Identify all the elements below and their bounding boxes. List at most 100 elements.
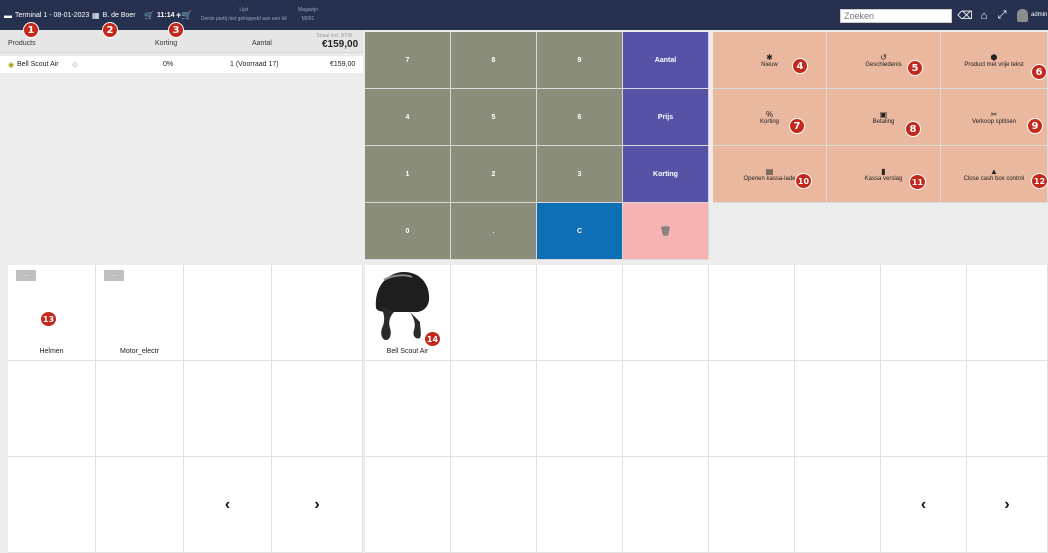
split-label: Verkoop splitsen [971,118,1017,125]
product-empty [537,361,623,457]
category-empty [184,265,272,361]
annotation-badge: 11 [909,174,926,190]
discount-label: Korting [759,118,779,125]
annotation-badge: 8 [905,121,921,137]
key-4[interactable]: 4 [365,89,451,146]
discount-mode-button[interactable]: Korting [623,146,709,203]
home-icon[interactable]: ⌂ [977,8,991,23]
info-icon[interactable]: ⊙ [72,61,78,69]
product-empty [967,265,1048,361]
backspace-icon[interactable]: ⌫ [957,8,973,23]
terminal-info[interactable]: ▬ Terminal 1 - 08-01-2023 [4,0,89,30]
free-text-product-button[interactable]: ⬢ Product met vrije tekst [941,32,1048,89]
warehouse-info: Magazijn M001 [298,0,318,30]
list-label: Lijst [239,7,249,13]
annotation-badge: 13 [40,311,57,327]
line-discount: 0% [163,61,174,68]
history-label: Geschiedenis [865,61,902,68]
key-9[interactable]: 9 [537,32,623,89]
annotation-badge: 10 [795,173,812,189]
line-product: Bell Scout Air [17,61,59,68]
product-empty [709,457,795,553]
product-empty [451,265,537,361]
product-empty [709,265,795,361]
annotation-badge: 1 [23,22,39,38]
delete-button[interactable]: 🗑 [623,203,709,260]
clear-button[interactable]: C [537,203,623,260]
annotation-badge: 2 [102,22,118,38]
category-empty [272,361,363,457]
admin-label[interactable]: admin [1031,0,1047,30]
key-1[interactable]: 1 [365,146,451,203]
product-next-button[interactable]: › [967,457,1048,553]
fullscreen-icon[interactable]: ⤢ [995,8,1009,23]
key-2[interactable]: 2 [451,146,537,203]
history-icon: ↺ [880,52,887,62]
product-empty [623,361,709,457]
category-motor-electr[interactable]: ... Motor_electr [96,265,184,361]
product-empty [365,361,451,457]
product-empty [881,361,967,457]
product-empty [623,265,709,361]
key-6[interactable]: 6 [537,89,623,146]
history-button[interactable]: ↺ Geschiedenis [827,32,941,89]
product-empty [709,361,795,457]
category-prev-button[interactable]: ‹ [184,457,272,553]
col-quantity: Aantal [252,40,272,47]
category-tag: ... [104,270,124,281]
product-empty [795,457,881,553]
warehouse-label: Magazijn [298,7,319,13]
key-8[interactable]: 8 [451,32,537,89]
line-price: €159,00 [330,61,356,68]
payment-button[interactable]: ▣ Betaling [827,89,941,146]
product-empty [537,265,623,361]
search-input[interactable]: Zoeken [840,9,952,23]
category-empty [272,265,363,361]
category-empty [8,361,96,457]
money-icon: ▣ [879,109,888,119]
annotation-badge: 4 [792,58,808,74]
price-button[interactable]: Prijs [623,89,709,146]
open-drawer-button[interactable]: ▤ Openen kassa-lade [713,146,827,203]
annotation-badge: 12 [1031,173,1048,189]
key-0[interactable]: 0 [365,203,451,260]
top-bar: ▬ Terminal 1 - 08-01-2023 ▦ B. de Boer 🛒… [0,0,1048,30]
annotation-badge: 5 [907,60,923,76]
cart-icon: 🛒 [144,10,154,20]
close-cash-box-button[interactable]: ▲ Close cash box control [941,146,1048,203]
key-7[interactable]: 7 [365,32,451,89]
category-next-button[interactable]: › [272,457,363,553]
drawer-label: Openen kassa-lade [743,175,796,182]
terminal-label: Terminal 1 - 08-01-2023 [15,11,90,19]
product-prev-button[interactable]: ‹ [881,457,967,553]
col-discount: Korting [155,40,178,47]
category-tag: ... [16,270,36,281]
payment-label: Betaling [872,118,895,125]
product-icon: ◉ [8,62,15,69]
new-icon: ✱ [766,52,773,62]
cube-icon: ⬢ [990,52,998,62]
cash-report-button[interactable]: ▮ Kassa verslag [827,146,941,203]
discount-button[interactable]: % Korting [713,89,827,146]
product-empty [537,457,623,553]
product-empty [451,361,537,457]
report-icon: ▮ [881,166,886,176]
order-line[interactable]: ◉ Bell Scout Air ⊙ 0% 1 (Voorraad 17) €1… [0,56,363,73]
avatar[interactable] [1015,8,1029,23]
cashbox-icon: ▲ [990,166,998,176]
key-3[interactable]: 3 [537,146,623,203]
report-label: Kassa verslag [864,175,903,182]
quantity-button[interactable]: Aantal [623,32,709,89]
key-dot[interactable]: . [451,203,537,260]
product-empty [881,265,967,361]
chevron-right-icon: › [314,495,320,513]
list-info: Lijst Derde partij niet gekoppeld aan ee… [201,0,287,30]
product-empty [795,265,881,361]
key-5[interactable]: 5 [451,89,537,146]
new-sale-button[interactable]: ✱ Nieuw [713,32,827,89]
category-empty [8,457,96,553]
line-quantity: 1 (Voorraad 17) [230,61,279,68]
category-empty [96,457,184,553]
product-bell-scout-air[interactable]: Bell Scout Air [365,265,451,361]
chevron-right-icon: › [1004,495,1010,513]
